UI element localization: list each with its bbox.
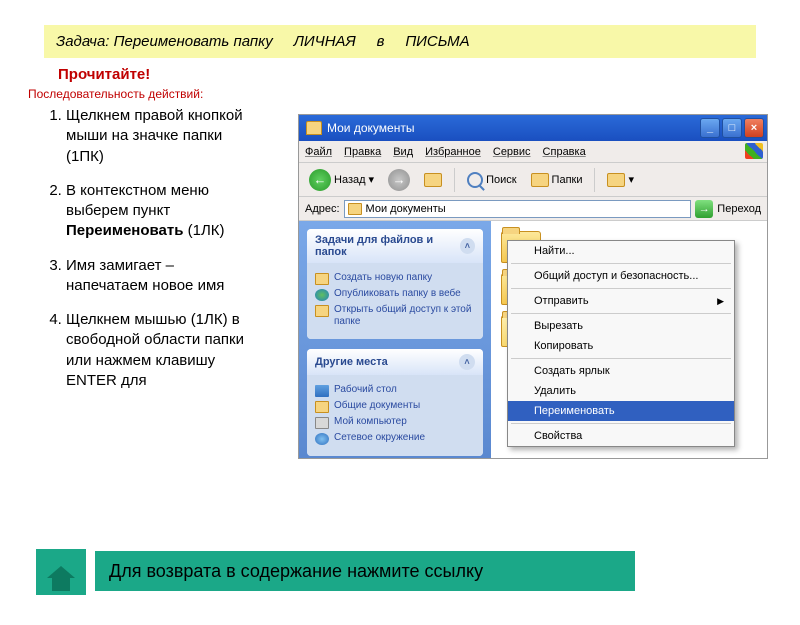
menu-edit[interactable]: Правка bbox=[344, 146, 381, 158]
task-banner: Задача: Переименовать папку ЛИЧНАЯ в ПИС… bbox=[44, 25, 756, 58]
step-3: Имя замигает – напечатаем новое имя bbox=[66, 256, 250, 297]
chevron-up-icon: ˄ bbox=[459, 354, 475, 370]
windows-flag-icon bbox=[745, 143, 763, 159]
search-button[interactable]: Поиск bbox=[463, 170, 520, 190]
task-label: Задача: bbox=[56, 33, 109, 50]
chevron-up-icon: ˄ bbox=[460, 238, 475, 254]
menubar: Файл Правка Вид Избранное Сервис Справка bbox=[299, 141, 767, 163]
sequence-header: Последовательность действий: bbox=[28, 87, 800, 101]
ctx-cut[interactable]: Вырезать bbox=[508, 316, 734, 336]
titlebar[interactable]: Мои документы _ □ × bbox=[299, 115, 767, 141]
step-2: В контекстном меню выберем пункт Переиме… bbox=[66, 181, 250, 242]
ctx-find[interactable]: Найти... bbox=[508, 241, 734, 261]
task-text: Переименовать папку bbox=[114, 33, 273, 50]
address-field[interactable]: Мои документы bbox=[344, 200, 692, 218]
places-header[interactable]: Другие места˄ bbox=[307, 349, 483, 375]
ctx-copy[interactable]: Копировать bbox=[508, 336, 734, 356]
ctx-delete[interactable]: Удалить bbox=[508, 381, 734, 401]
maximize-button[interactable]: □ bbox=[722, 118, 742, 138]
address-label: Адрес: bbox=[305, 203, 340, 215]
place-network[interactable]: Сетевое окружение bbox=[315, 432, 475, 445]
home-button[interactable] bbox=[36, 549, 86, 595]
forward-button[interactable]: → bbox=[384, 167, 414, 193]
folders-button[interactable]: Папки bbox=[527, 171, 587, 189]
close-button[interactable]: × bbox=[744, 118, 764, 138]
step-4: Щелкнем мышью (1ЛК) в свободной области … bbox=[66, 310, 250, 391]
window-title: Мои документы bbox=[327, 121, 700, 135]
toolbar: ←Назад ▾ → Поиск Папки ▾ bbox=[299, 163, 767, 197]
tasks-header[interactable]: Задачи для файлов и папок˄ bbox=[307, 229, 483, 263]
places-panel: Другие места˄ Рабочий стол Общие докумен… bbox=[307, 349, 483, 456]
task-publish[interactable]: Опубликовать папку в вебе bbox=[315, 288, 475, 301]
context-menu: Найти... Общий доступ и безопасность... … bbox=[507, 240, 735, 447]
ctx-send[interactable]: Отправить▶ bbox=[508, 291, 734, 311]
views-button[interactable]: ▾ bbox=[603, 171, 638, 189]
task-share[interactable]: Открыть общий доступ к этой папке bbox=[315, 304, 475, 328]
menu-help[interactable]: Справка bbox=[543, 146, 586, 158]
back-button[interactable]: ←Назад ▾ bbox=[305, 167, 378, 193]
arrow-right-icon: ▶ bbox=[717, 296, 724, 307]
menu-file[interactable]: Файл bbox=[305, 146, 332, 158]
ctx-shortcut[interactable]: Создать ярлык bbox=[508, 361, 734, 381]
menu-tools[interactable]: Сервис bbox=[493, 146, 531, 158]
folder-icon bbox=[348, 203, 362, 215]
read-header: Прочитайте! bbox=[58, 66, 800, 83]
minimize-button[interactable]: _ bbox=[700, 118, 720, 138]
task-to: ПИСЬМА bbox=[405, 33, 469, 50]
tasks-panel: Задачи для файлов и папок˄ Создать новую… bbox=[307, 229, 483, 339]
address-bar: Адрес: Мои документы → Переход bbox=[299, 197, 767, 221]
place-mycomputer[interactable]: Мой компьютер bbox=[315, 416, 475, 429]
folder-icon bbox=[306, 121, 322, 135]
ctx-rename[interactable]: Переименовать bbox=[508, 401, 734, 421]
step-1: Щелкнем правой кнопкой мыши на значке па… bbox=[66, 106, 250, 167]
ctx-properties[interactable]: Свойства bbox=[508, 426, 734, 446]
up-button[interactable] bbox=[420, 171, 446, 189]
side-pane: Задачи для файлов и папок˄ Создать новую… bbox=[299, 221, 491, 458]
footer-link[interactable]: Для возврата в содержание нажмите ссылку bbox=[95, 551, 635, 591]
place-desktop[interactable]: Рабочий стол bbox=[315, 384, 475, 397]
go-button[interactable]: → bbox=[695, 200, 713, 218]
task-from: ЛИЧНАЯ bbox=[294, 33, 356, 50]
steps-list: Щелкнем правой кнопкой мыши на значке па… bbox=[20, 106, 250, 405]
task-mid: в bbox=[377, 33, 385, 50]
go-label: Переход bbox=[717, 203, 761, 215]
place-shared[interactable]: Общие документы bbox=[315, 400, 475, 413]
ctx-security[interactable]: Общий доступ и безопасность... bbox=[508, 266, 734, 286]
task-new-folder[interactable]: Создать новую папку bbox=[315, 272, 475, 285]
menu-view[interactable]: Вид bbox=[393, 146, 413, 158]
search-icon bbox=[467, 172, 483, 188]
house-icon bbox=[47, 566, 75, 578]
menu-favorites[interactable]: Избранное bbox=[425, 146, 481, 158]
